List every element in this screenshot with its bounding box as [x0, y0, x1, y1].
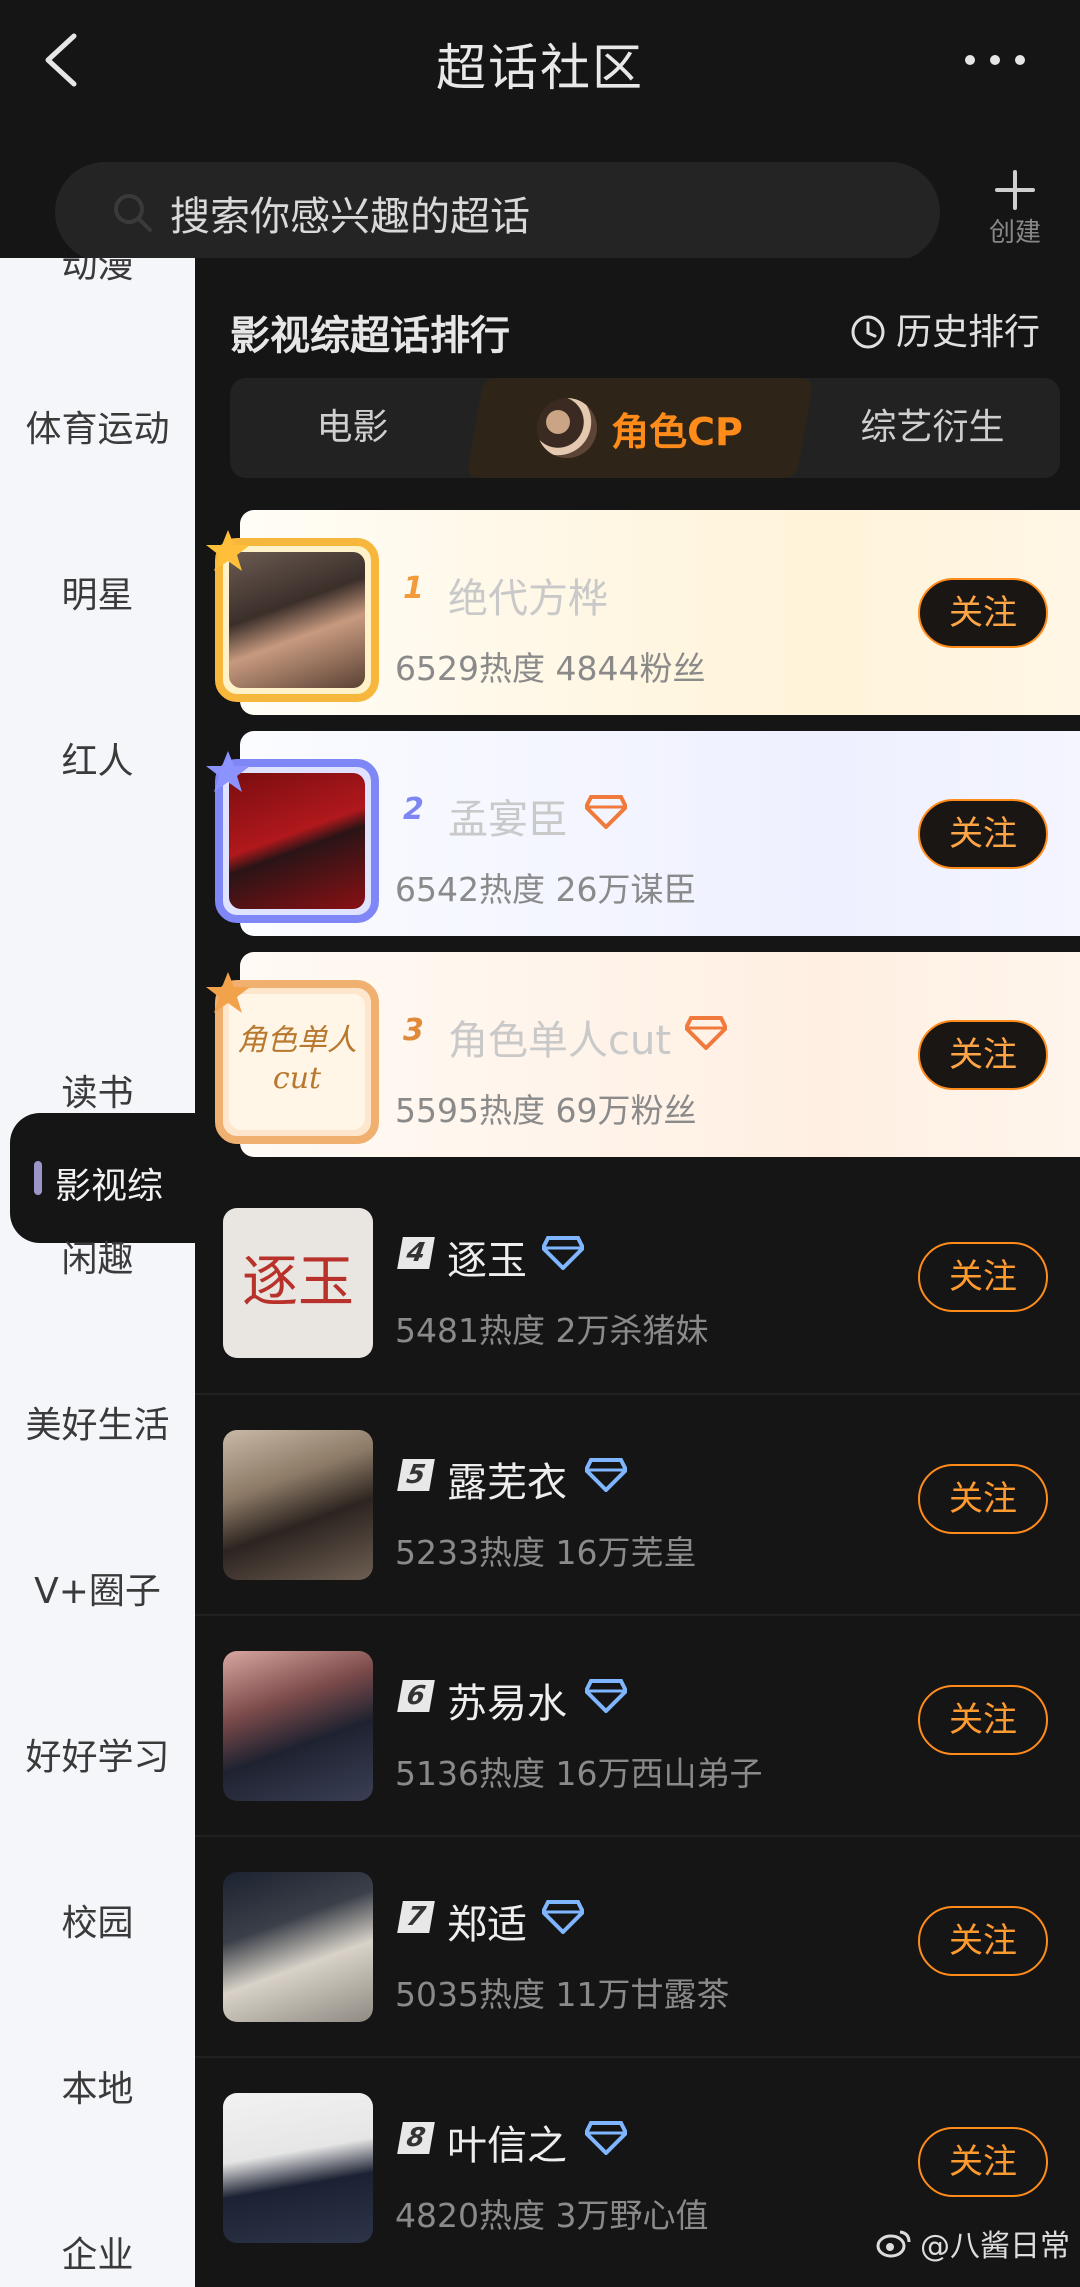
search-icon [114, 194, 152, 232]
rank-number: 4 [397, 1237, 435, 1269]
history-ranking-button[interactable]: 历史排行 [850, 303, 1040, 355]
history-label: 历史排行 [895, 312, 1040, 353]
thumbnail [223, 1872, 373, 2022]
watermark-text: @八酱日常 [920, 2229, 1070, 2264]
category-tabs: 电影 角色CP 综艺衍生 [230, 378, 1060, 478]
topic-name[interactable]: 孟宴臣 [448, 787, 568, 845]
follow-button[interactable]: 关注 [918, 799, 1048, 869]
section-title: 影视综超话排行 [230, 313, 510, 359]
rank-number: 2 [403, 792, 424, 827]
blue-gem-icon [585, 1679, 627, 1713]
topic-name[interactable]: 绝代方桦 [448, 566, 608, 624]
sidebar-item-leisure[interactable]: 闲趣 [0, 1230, 195, 1282]
topic-stats: 6542热度 26万谋臣 [395, 870, 697, 909]
blue-gem-icon [542, 1236, 584, 1270]
topic-stats: 4820热度 3万野心值 [395, 2196, 709, 2235]
weibo-icon [876, 2230, 911, 2258]
search-bar[interactable]: 搜索你感兴趣的超话 [55, 162, 940, 262]
rank-number: 7 [397, 1901, 435, 1933]
topic-name[interactable]: 露芜衣 [447, 1450, 567, 1508]
tab-variety[interactable]: 综艺衍生 [805, 378, 1060, 478]
divider [195, 1835, 1080, 1837]
orange-gem-icon [585, 795, 627, 829]
topic-name[interactable]: 叶信之 [447, 2113, 567, 2171]
sidebar-item-film-tv[interactable]: 影视综 [10, 1113, 195, 1243]
tab-movie[interactable]: 电影 [230, 378, 475, 478]
rank-number: 3 [403, 1013, 424, 1048]
divider [195, 1614, 1080, 1616]
sidebar-item-good-life[interactable]: 美好生活 [0, 1396, 195, 1448]
follow-button[interactable]: 关注 [918, 1242, 1048, 1312]
follow-button[interactable]: 关注 [918, 1464, 1048, 1534]
topic-stats: 5035热度 11万甘露茶 [395, 1975, 730, 2014]
sidebar-item-label: 影视综 [55, 1166, 164, 1207]
tab-role-cp-label: 角色CP [611, 409, 743, 454]
sidebar-item-anime[interactable]: 动漫 [0, 258, 195, 288]
sidebar: 动漫 体育运动 明星 红人 影视综 读书 闲趣 美好生活 V+圈子 好好学习 校… [0, 258, 195, 2287]
sidebar-item-reading[interactable]: 读书 [0, 1064, 195, 1116]
header: 超话社区 [0, 0, 1080, 130]
topic-name[interactable]: 逐玉 [447, 1228, 527, 1286]
rank-number: 1 [403, 571, 424, 606]
follow-button[interactable]: 关注 [918, 1685, 1048, 1755]
more-icon[interactable] [960, 42, 1030, 78]
thumbnail: 逐玉 [223, 1208, 373, 1358]
star-badge-icon [206, 530, 250, 571]
thumbnail [223, 1651, 373, 1801]
blue-gem-icon [585, 2121, 627, 2155]
tab-role-cp[interactable]: 角色CP [480, 378, 800, 478]
topic-name[interactable]: 郑适 [447, 1892, 527, 1950]
sidebar-item-sports[interactable]: 体育运动 [0, 400, 195, 452]
blue-gem-icon [542, 1900, 584, 1934]
create-button[interactable]: 创建 [975, 168, 1055, 258]
topic-stats: 5136热度 16万西山弟子 [395, 1754, 763, 1793]
follow-button[interactable]: 关注 [918, 1020, 1048, 1090]
follow-button[interactable]: 关注 [918, 1906, 1048, 1976]
page-title: 超话社区 [436, 39, 644, 97]
search-placeholder: 搜索你感兴趣的超话 [170, 194, 530, 240]
follow-button[interactable]: 关注 [918, 578, 1048, 648]
sidebar-item-local[interactable]: 本地 [0, 2060, 195, 2112]
topic-stats: 5233热度 16万芜皇 [395, 1533, 697, 1572]
topic-name[interactable]: 角色单人cut [448, 1008, 671, 1066]
tab-avatar [537, 398, 598, 458]
watermark: @八酱日常 [876, 2221, 1070, 2265]
rank-number: 5 [397, 1459, 435, 1491]
orange-gem-icon [685, 1016, 727, 1050]
star-badge-icon [206, 972, 250, 1013]
sidebar-item-study[interactable]: 好好学习 [0, 1728, 195, 1780]
blue-gem-icon [585, 1458, 627, 1492]
rank-number: 6 [397, 1680, 435, 1712]
divider [195, 2056, 1080, 2058]
clock-icon [851, 315, 885, 349]
thumbnail [223, 2093, 373, 2243]
sidebar-item-influencers[interactable]: 红人 [0, 732, 195, 784]
active-indicator [34, 1161, 42, 1195]
sidebar-item-stars[interactable]: 明星 [0, 566, 195, 618]
rank-number: 8 [397, 2122, 435, 2154]
star-badge-icon [206, 751, 250, 792]
plus-icon [995, 170, 1035, 210]
topic-stats: 6529热度 4844粉丝 [395, 649, 706, 688]
sidebar-item-enterprise[interactable]: 企业 [0, 2226, 195, 2278]
divider [195, 1393, 1080, 1395]
topic-name[interactable]: 苏易水 [447, 1671, 567, 1729]
sidebar-item-campus[interactable]: 校园 [0, 1894, 195, 1946]
create-label: 创建 [988, 218, 1041, 248]
sidebar-item-v-circle[interactable]: V+圈子 [0, 1562, 195, 1614]
follow-button[interactable]: 关注 [918, 2127, 1048, 2197]
thumbnail [223, 1430, 373, 1580]
topic-stats: 5481热度 2万杀猪妹 [395, 1311, 709, 1350]
topic-stats: 5595热度 69万粉丝 [395, 1091, 697, 1130]
